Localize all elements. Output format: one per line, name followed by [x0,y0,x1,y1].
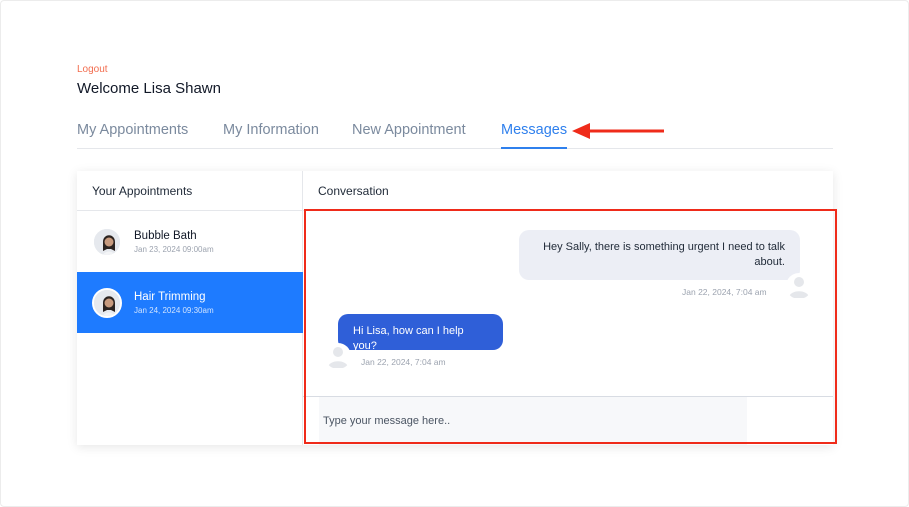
appointment-date: Jan 23, 2024 09:00am [134,245,214,254]
tab-my-information[interactable]: My Information [223,122,319,149]
conversation-pane: Conversation Hey Sally, there is somethi… [303,171,833,445]
annotation-arrow-icon [572,123,664,139]
message-input[interactable] [319,397,747,445]
appointments-sidebar: Your Appointments Bubble Bath Jan 23, 20… [77,171,303,445]
appointment-name: Hair Trimming [134,291,206,303]
logout-link[interactable]: Logout [77,64,108,75]
welcome-heading: Welcome Lisa Shawn [77,80,221,97]
tab-bar: My Appointments My Information New Appoi… [77,122,833,149]
message-bubble-outgoing: Hey Sally, there is something urgent I n… [519,230,800,280]
message-timestamp: Jan 22, 2024, 7:04 am [682,287,767,297]
tab-new-appointment[interactable]: New Appointment [352,122,466,149]
tab-messages[interactable]: Messages [501,122,568,149]
message-composer [303,396,833,445]
message-bubble-incoming: Hi Lisa, how can I help you? [338,314,503,352]
tab-my-appointments[interactable]: My Appointments [77,122,188,149]
avatar [92,227,122,257]
appointment-item-hair-trimming[interactable]: Hair Trimming Jan 24, 2024 09:30am [77,272,303,333]
avatar [92,288,122,318]
appointment-date: Jan 24, 2024 09:30am [134,306,214,315]
conversation-title: Conversation [303,171,833,211]
appointment-item-bubble-bath[interactable]: Bubble Bath Jan 23, 2024 09:00am [77,211,303,272]
appointments-panel-title: Your Appointments [77,171,302,211]
user-avatar-icon [325,343,351,369]
appointment-name: Bubble Bath [134,230,197,242]
message-timestamp: Jan 22, 2024, 7:04 am [361,357,446,367]
user-avatar-icon [786,273,812,299]
messages-panel: Your Appointments Bubble Bath Jan 23, 20… [77,171,833,445]
